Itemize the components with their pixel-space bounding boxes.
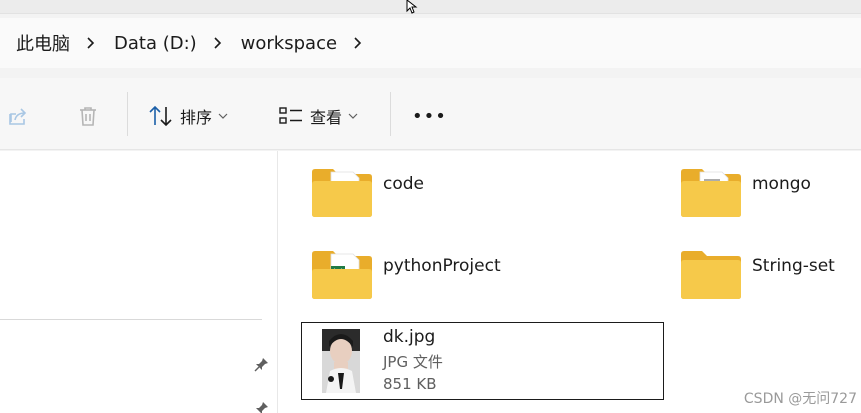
trash-icon (80, 107, 96, 126)
view-label: 查看 (310, 108, 343, 127)
more-options-button[interactable]: ••• (412, 98, 447, 134)
more-icon: ••• (412, 105, 447, 127)
window-top-strip (0, 0, 861, 14)
view-list-icon (279, 107, 302, 124)
content-area: code mongo pythonProject String-set dk.j… (0, 151, 861, 413)
chevron-right-icon[interactable] (203, 29, 231, 57)
sort-label: 排序 (180, 108, 213, 127)
chevron-down-icon (218, 113, 228, 119)
pin-icon[interactable] (254, 356, 270, 372)
folder-icon (681, 169, 741, 217)
file-size: 851 KB (383, 375, 437, 393)
image-thumbnail (322, 329, 360, 393)
chevron-down-icon (348, 113, 358, 119)
pin-icon[interactable] (254, 400, 270, 413)
navigation-pane[interactable] (0, 151, 278, 413)
delete-button[interactable] (76, 98, 100, 134)
share-icon (9, 108, 27, 125)
file-type: JPG 文件 (383, 353, 443, 371)
watermark-text: CSDN @无问727 (743, 391, 857, 407)
breadcrumb-item-workspace[interactable]: workspace (235, 33, 343, 54)
toolbar-divider (390, 92, 391, 136)
folder-icon (312, 251, 372, 299)
breadcrumb-item-this-pc[interactable]: 此电脑 (10, 30, 76, 56)
share-button[interactable] (6, 98, 30, 134)
view-button[interactable]: 查看 (278, 98, 358, 134)
breadcrumb: 此电脑 Data (D:) workspace (0, 18, 861, 68)
folder-name: String-set (752, 256, 835, 276)
folder-name: mongo (752, 174, 811, 194)
file-name: dk.jpg (383, 327, 436, 347)
command-bar: 排序 查看 ••• (0, 78, 861, 150)
chevron-right-icon[interactable] (76, 29, 104, 57)
breadcrumb-item-data-drive[interactable]: Data (D:) (108, 33, 203, 54)
folder-icon (312, 169, 372, 217)
folder-name: code (383, 174, 424, 194)
folder-name: pythonProject (383, 256, 501, 276)
nav-divider (0, 319, 262, 320)
chevron-right-icon[interactable] (343, 29, 371, 57)
toolbar-divider (127, 92, 128, 136)
mouse-cursor-icon (406, 0, 418, 14)
file-item-dk-jpg[interactable]: dk.jpg JPG 文件 851 KB (301, 322, 664, 400)
sort-icon (149, 105, 172, 127)
folder-icon (681, 251, 741, 299)
sort-button[interactable]: 排序 (148, 98, 228, 134)
